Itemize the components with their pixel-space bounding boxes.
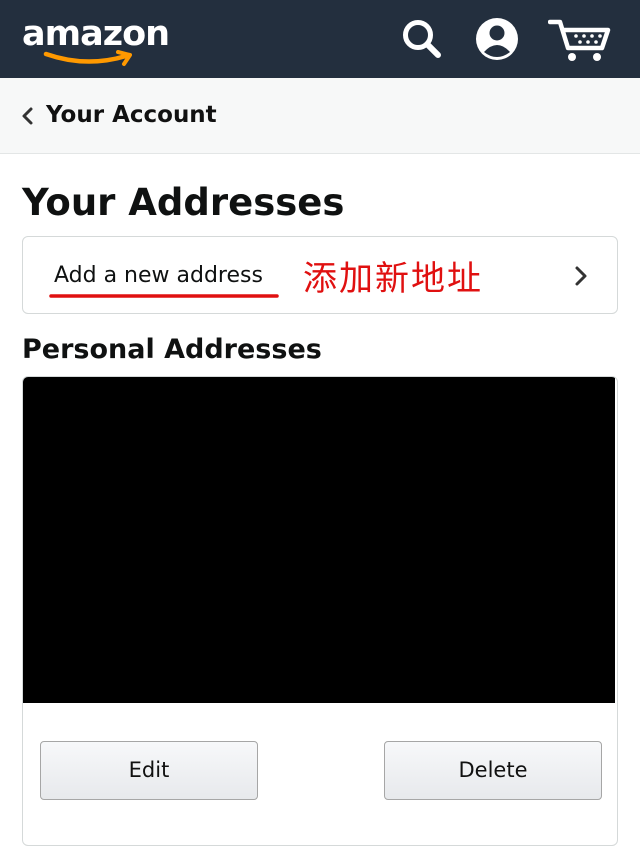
account-icon[interactable] <box>472 14 522 64</box>
redacted-address-block <box>23 377 615 703</box>
cart-icon[interactable] <box>548 14 612 64</box>
edit-button[interactable]: Edit <box>40 741 258 800</box>
amazon-logo[interactable]: amazon <box>22 12 170 68</box>
chevron-right-icon <box>573 265 589 287</box>
delete-button[interactable]: Delete <box>384 741 602 800</box>
red-underline-annotation <box>49 294 279 298</box>
logo-smile-icon <box>43 50 132 66</box>
breadcrumb[interactable]: Your Account <box>0 78 640 154</box>
add-new-address-label: Add a new address <box>54 263 263 288</box>
page-title: Your Addresses <box>22 181 345 224</box>
personal-addresses-heading: Personal Addresses <box>22 334 322 365</box>
add-new-address-row[interactable]: Add a new address 添加新地址 <box>22 236 618 314</box>
search-icon[interactable] <box>398 14 448 64</box>
chevron-left-icon <box>20 106 36 126</box>
personal-address-card: Edit Delete <box>22 376 618 846</box>
top-navigation-bar: amazon <box>0 0 640 78</box>
logo-wordmark: amazon <box>22 14 170 54</box>
back-to-your-account-link[interactable]: Your Account <box>46 100 217 130</box>
chinese-annotation: 添加新地址 <box>303 259 483 299</box>
